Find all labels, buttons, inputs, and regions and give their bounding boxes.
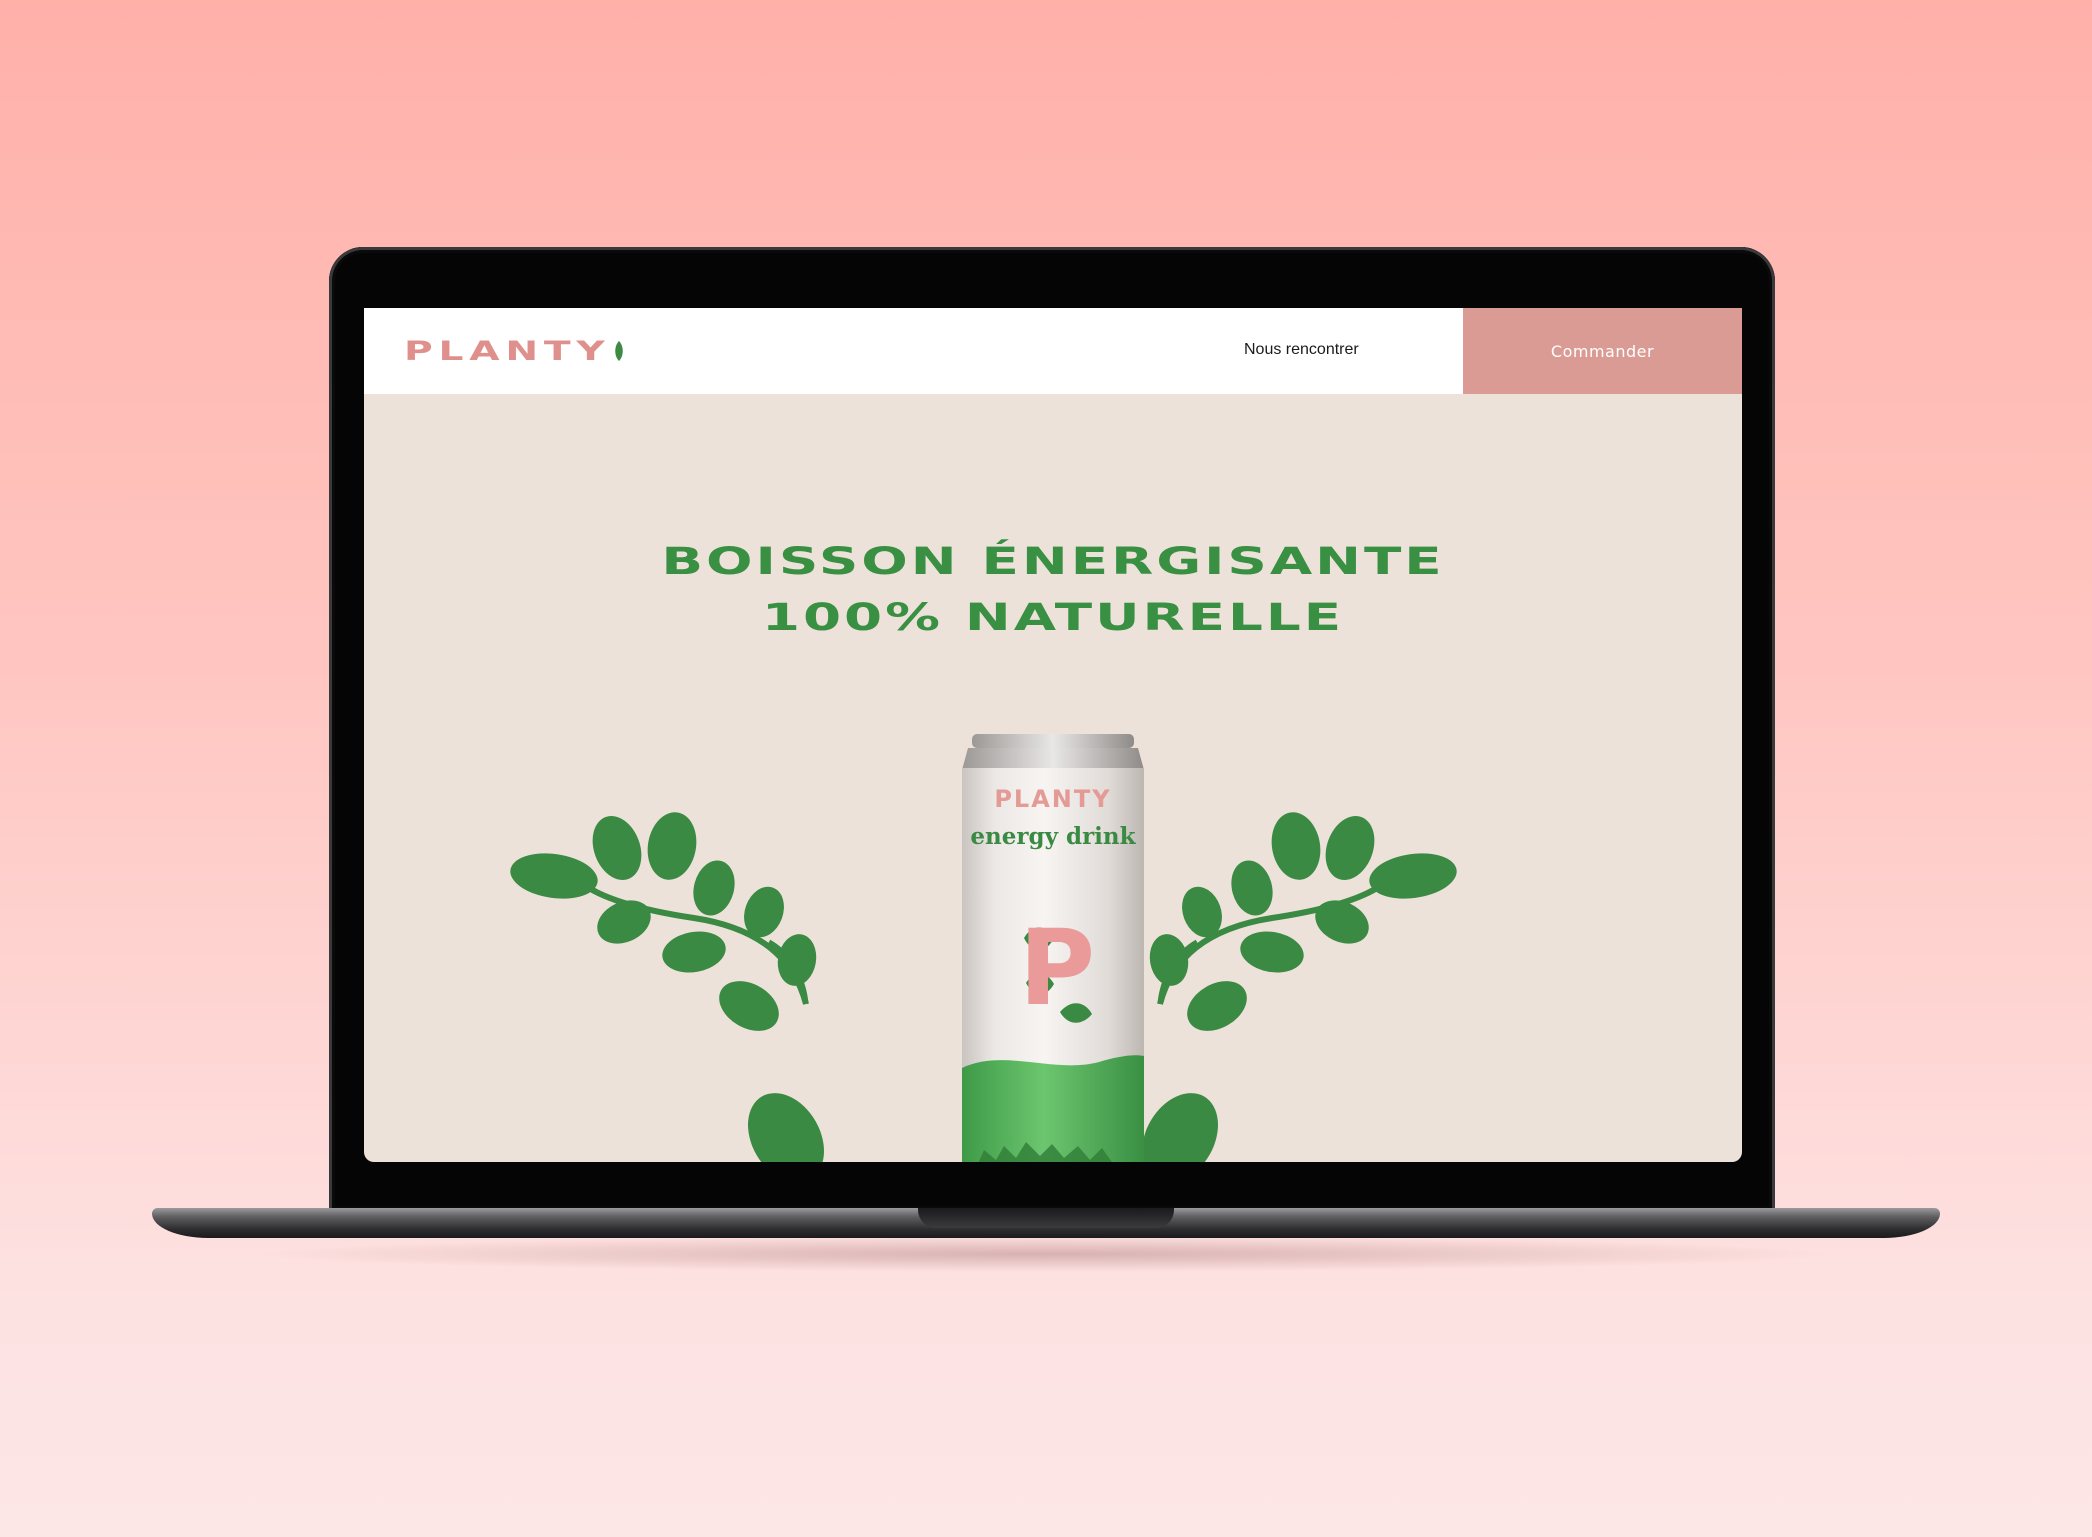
can-brand-text: PLANTY <box>994 785 1111 813</box>
brand-logo[interactable]: PLANTY <box>404 334 623 368</box>
can-subtitle-text: energy drink <box>970 823 1136 850</box>
hero-title-line-1: BOISSON ÉNERGISANTE <box>661 540 1445 583</box>
leaf-branch-left <box>510 812 824 1162</box>
leaf-branch-right <box>1142 812 1457 1162</box>
hero-illustration: PLANTY energy drink P <box>510 734 1457 1162</box>
can-monogram-text: P <box>1019 907 1095 1029</box>
leaf-icon <box>615 341 623 361</box>
commander-button[interactable]: Commander <box>1463 308 1742 394</box>
hero-title: BOISSON ÉNERGISANTE 100% NATURELLE <box>364 534 1742 646</box>
brand-logo-text: PLANTY <box>404 335 611 367</box>
laptop-notch <box>918 1208 1174 1228</box>
site-header: PLANTY Nous rencontrer Commander <box>364 308 1742 394</box>
nav-link-nous-rencontrer[interactable]: Nous rencontrer <box>1244 341 1359 359</box>
hero-title-line-2: 100% NATURELLE <box>761 596 1345 639</box>
laptop-shadow <box>250 1236 1840 1272</box>
laptop-screen: PLANTY Nous rencontrer Commander BOISSON… <box>364 308 1742 1162</box>
